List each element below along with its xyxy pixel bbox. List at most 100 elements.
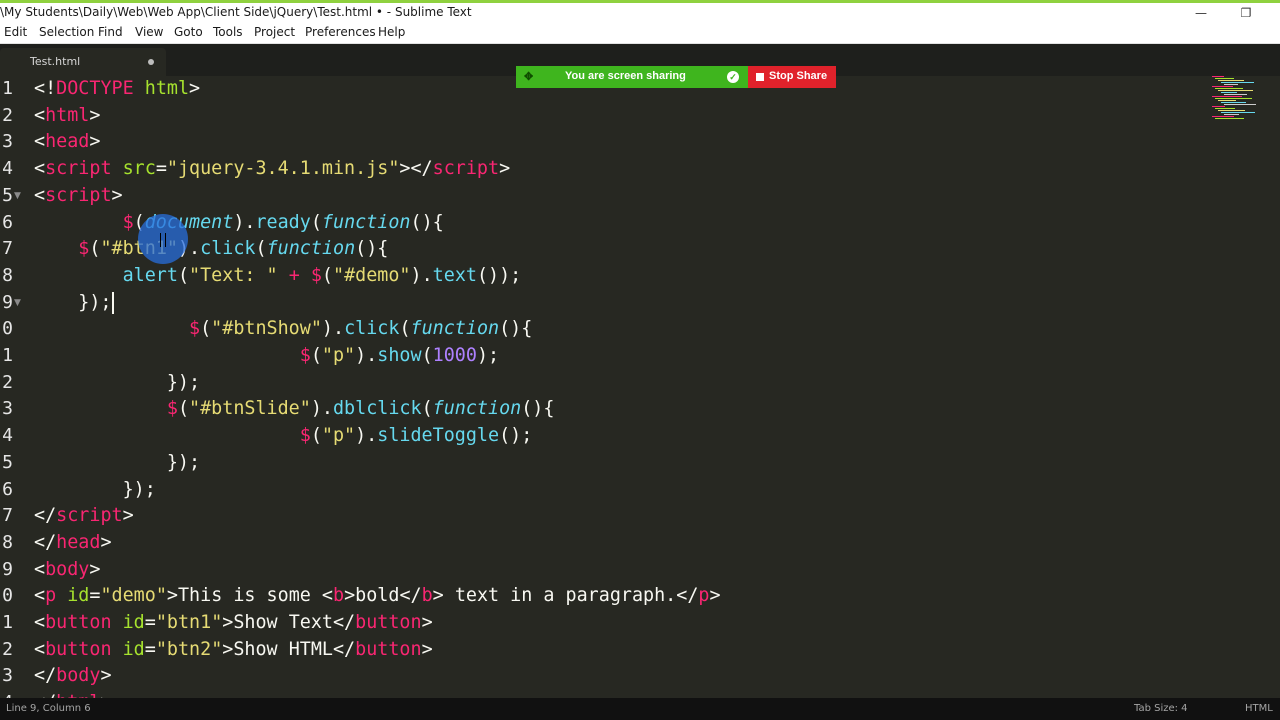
line-number[interactable]: 1 <box>0 610 13 637</box>
line-number[interactable]: 6 <box>0 477 13 504</box>
menu-edit[interactable]: Edit <box>4 25 27 39</box>
minimap-line <box>1224 94 1247 95</box>
line-number[interactable]: 0 <box>0 316 13 343</box>
line-number[interactable]: 9 <box>0 557 13 584</box>
code-token: id <box>122 638 145 660</box>
code-line[interactable]: $("#btn1").click(function(){ <box>34 236 388 263</box>
code-line[interactable]: }); <box>34 370 200 397</box>
menu-bar: Edit Selection Find View Goto Tools Proj… <box>0 22 1280 44</box>
fold-arrow-icon[interactable]: ▼ <box>14 290 26 317</box>
code-line[interactable]: <script src="jquery-3.4.1.min.js"></scri… <box>34 156 510 183</box>
code-line[interactable]: <html> <box>34 103 100 130</box>
code-token: (){ <box>499 318 533 340</box>
line-number[interactable]: 3 <box>0 396 13 423</box>
line-number[interactable]: 5 <box>0 450 13 477</box>
code-token: ( <box>310 211 322 233</box>
code-line[interactable]: </head> <box>34 530 112 557</box>
stop-share-button[interactable]: Stop Share <box>748 66 836 88</box>
code-line[interactable]: <button id="btn1">Show Text</button> <box>34 610 433 637</box>
code-line[interactable]: <body> <box>34 557 100 584</box>
code-token: < <box>34 612 46 633</box>
code-line[interactable]: <button id="btn2">Show HTML</button> <box>34 637 433 664</box>
menu-view[interactable]: View <box>135 25 163 39</box>
line-number[interactable]: 7 <box>0 236 13 263</box>
code-token: text <box>432 264 477 286</box>
menu-selection[interactable]: Selection <box>39 25 94 39</box>
code-token: $ <box>310 264 322 286</box>
stop-icon <box>756 73 764 81</box>
code-line[interactable]: }); <box>34 450 200 477</box>
menu-project[interactable]: Project <box>254 25 295 39</box>
code-token: head <box>45 131 90 153</box>
line-number[interactable]: 3 <box>0 663 13 690</box>
restore-button[interactable]: ❐ <box>1223 3 1269 22</box>
line-number[interactable]: 7 <box>0 503 13 530</box>
code-token: ). <box>355 425 378 447</box>
tab-test-html[interactable]: Test.html <box>0 48 166 76</box>
line-number[interactable]: 2 <box>0 637 13 664</box>
code-token: src <box>122 158 156 180</box>
code-token: script <box>56 505 123 527</box>
code-line[interactable]: $("#btnSlide").dblclick(function(){ <box>34 396 555 423</box>
line-number[interactable]: 5 <box>0 183 13 210</box>
code-line[interactable]: $("p").slideToggle(); <box>34 423 533 450</box>
code-token: + <box>288 264 300 286</box>
menu-goto[interactable]: Goto <box>174 25 203 39</box>
line-number[interactable]: 1 <box>0 76 13 103</box>
tab-size[interactable]: Tab Size: 4 <box>1134 703 1188 714</box>
code-token: alert <box>122 264 178 286</box>
line-number[interactable]: 6 <box>0 210 13 237</box>
line-number[interactable]: 9 <box>0 290 13 317</box>
shield-check-icon: ✓ <box>727 71 739 83</box>
line-number[interactable]: 2 <box>0 103 13 130</box>
code-token: >Show HTML</ <box>222 638 356 660</box>
fold-arrow-icon[interactable]: ▼ <box>14 183 26 210</box>
menu-preferences[interactable]: Preferences <box>305 25 376 39</box>
code-line[interactable]: }); <box>34 290 114 317</box>
menu-find[interactable]: Find <box>98 25 123 39</box>
code-line[interactable]: }); <box>34 477 156 504</box>
line-number[interactable]: 0 <box>0 583 13 610</box>
code-line[interactable]: $("p").show(1000); <box>34 343 499 370</box>
code-token: <! <box>34 78 57 99</box>
cursor-position[interactable]: Line 9, Column 6 <box>6 703 91 714</box>
code-line[interactable]: <p id="demo">This is some <b>bold</b> te… <box>34 583 721 610</box>
menu-tools[interactable]: Tools <box>213 25 243 39</box>
minimize-button[interactable]: — <box>1178 3 1224 22</box>
line-number[interactable]: 1 <box>0 343 13 370</box>
code-line[interactable]: <!DOCTYPE html> <box>34 76 200 103</box>
code-token: > <box>100 531 112 553</box>
code-line[interactable]: </body> <box>34 663 112 690</box>
line-number[interactable]: 2 <box>0 370 13 397</box>
drag-handle-icon[interactable]: ✥ <box>524 70 533 83</box>
code-line[interactable]: $(document).ready(function(){ <box>34 210 444 237</box>
code-line[interactable]: $("#btnShow").click(function(){ <box>34 316 532 343</box>
code-line[interactable]: alert("Text: " + $("#demo").text()); <box>34 263 522 290</box>
line-number[interactable]: 3 <box>0 129 13 156</box>
code-line[interactable]: <script> <box>34 183 123 210</box>
line-number-gutter[interactable]: 123456789012345678901234▼▼ <box>0 76 30 713</box>
minimap[interactable] <box>1212 76 1268 126</box>
code-line[interactable]: </script> <box>34 503 134 530</box>
unsaved-dot-icon[interactable] <box>148 59 154 65</box>
line-number[interactable]: 8 <box>0 263 13 290</box>
code-token: < <box>34 184 46 206</box>
code-token: ). <box>355 345 378 366</box>
code-editor[interactable]: <!DOCTYPE html> <html> <head> <script src="… <box>34 76 1204 713</box>
line-number[interactable]: 8 <box>0 530 13 557</box>
code-token: > text in a paragraph.</ <box>432 585 699 607</box>
screen-share-notice[interactable]: ✥ You are screen sharing ✓ <box>516 66 748 88</box>
code-token: "#btnShow" <box>211 318 322 340</box>
code-line[interactable]: <head> <box>34 129 100 156</box>
syntax-mode[interactable]: HTML <box>1245 703 1273 714</box>
line-number[interactable]: 4 <box>0 156 13 183</box>
code-token: p <box>45 585 57 607</box>
menu-help[interactable]: Help <box>378 25 405 39</box>
minimap-line <box>1212 76 1224 77</box>
line-number[interactable]: 4 <box>0 423 13 450</box>
